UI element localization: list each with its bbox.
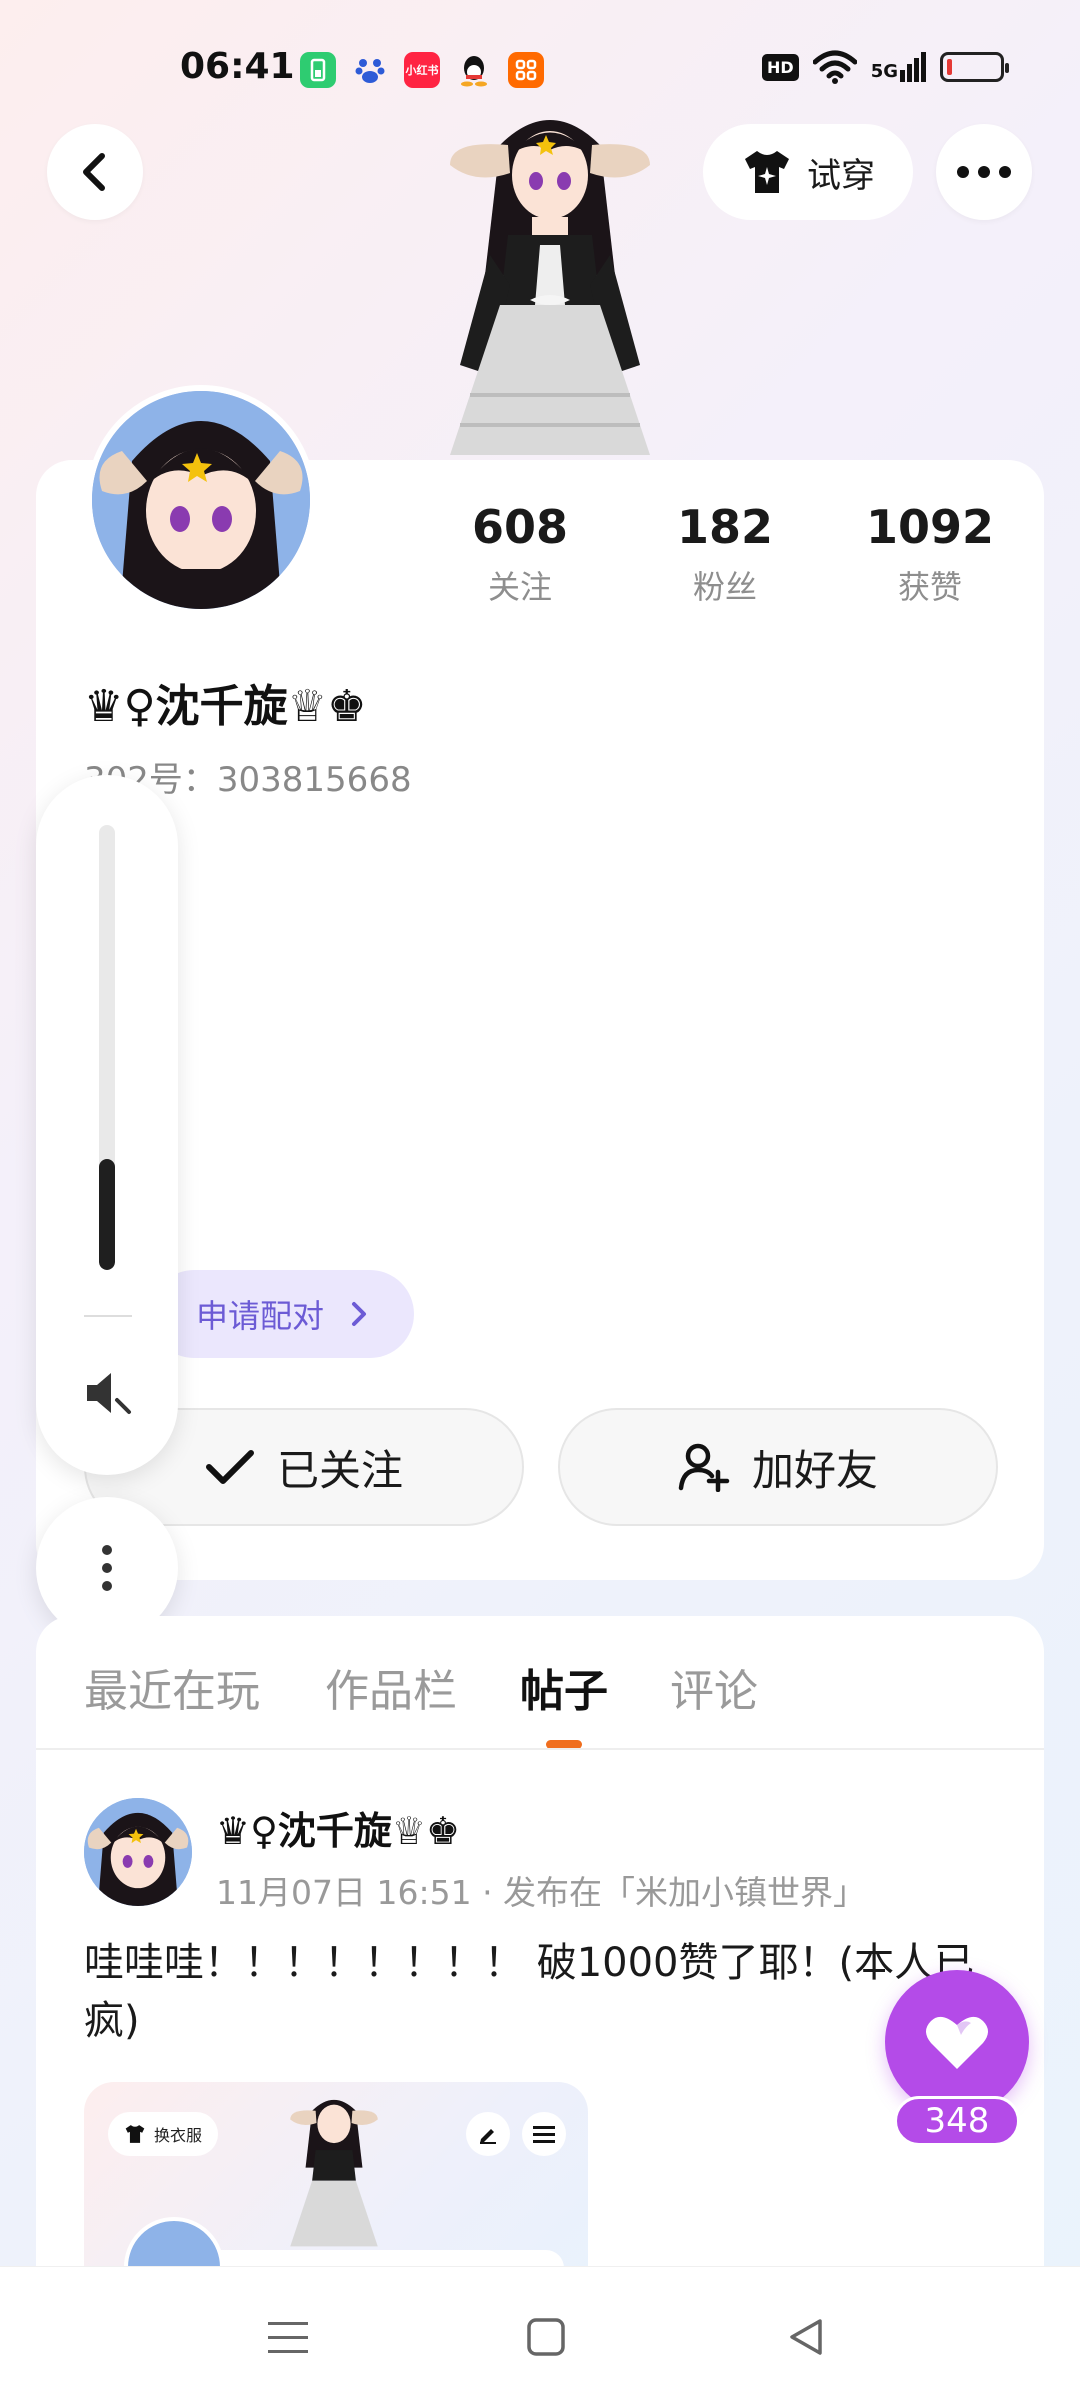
following-count: 608 [471,500,569,554]
network-type-label: 5G [870,61,898,82]
battery-level-fill [947,59,952,75]
status-time: 06:41 [180,46,295,87]
try-on-button[interactable]: 试穿 [703,124,913,220]
avatar-image [84,1798,192,1906]
add-friend-label: 加好友 [751,1445,878,1495]
qq-app-icon [456,52,492,88]
chevron-right-icon [352,1302,366,1326]
shirt-sparkle-icon [745,151,789,193]
nav-home-button[interactable] [516,2307,576,2367]
add-user-icon [678,1443,730,1492]
post-image-figure [290,2099,378,2247]
like-button[interactable] [885,1970,1029,2114]
nav-menu-button[interactable] [258,2307,318,2367]
volume-panel[interactable] [36,775,178,1475]
system-navigation-bar [0,2266,1080,2400]
stat-followers[interactable]: 182 粉丝 [645,500,805,608]
following-label: 关注 [487,568,552,606]
tab-works[interactable]: 作品栏 [325,1655,457,1719]
avatar-image [92,391,310,609]
check-icon [205,1450,254,1484]
followers-count: 182 [676,500,774,554]
chevron-left-icon [83,153,105,191]
volume-slider[interactable] [99,825,115,1270]
try-on-label: 试穿 [807,155,875,196]
profile-username: ♛♀沈千旋♕♚ [84,681,367,732]
tab-recently-played[interactable]: 最近在玩 [84,1655,260,1719]
signal-icon: 5G [871,52,926,82]
change-outfit-chip: 换衣服 [108,2112,219,2156]
taobao-app-icon [508,52,544,88]
apply-pairing-label: 申请配对 [195,1297,324,1335]
post-text: 哇哇哇！！！！！！！！ 破1000赞了耶！(本人已疯) [84,1940,975,2044]
like-count-badge: 348 [894,2096,1020,2146]
volume-slider-fill [99,1158,115,1270]
status-indicators: HD 5G [762,50,1009,84]
followers-label: 粉丝 [692,568,757,606]
post-meta: 11月07日 16:51 · 发布在「米加小镇世界」 [216,1873,867,1912]
stat-following[interactable]: 608 关注 [440,500,600,608]
likes-label: 获赞 [897,568,962,606]
profile-avatar[interactable] [86,385,316,615]
home-square-icon [527,2318,565,2356]
change-outfit-label: 换衣服 [154,2126,203,2145]
baidu-app-icon [352,52,388,88]
post-author-avatar[interactable] [84,1798,192,1906]
tab-posts[interactable]: 帖子 [520,1655,608,1719]
speaker-mute-icon[interactable] [83,1370,133,1420]
menu-icon [268,2322,308,2353]
shirt-icon [125,2125,145,2143]
wifi-icon [812,50,857,84]
followed-label: 已关注 [276,1445,403,1495]
battery-icon [940,52,1009,82]
tab-comments[interactable]: 评论 [670,1655,758,1719]
avatar-character-figure [450,120,650,455]
edit-icon [466,2112,510,2156]
back-button[interactable] [47,124,143,220]
xiaohongshu-app-icon: 小红书 [404,52,440,88]
more-horizontal-icon [957,166,1011,178]
more-options-button[interactable] [936,124,1032,220]
battery-saver-app-icon [300,52,336,88]
volume-divider [84,1315,132,1317]
menu-icon [522,2112,566,2156]
back-triangle-icon [790,2319,822,2355]
apply-pairing-button[interactable]: 申请配对 [150,1270,414,1358]
heart-icon [926,2016,988,2069]
more-vertical-icon [102,1545,112,1591]
likes-count: 1092 [865,500,995,554]
add-friend-button[interactable]: 加好友 [558,1408,998,1526]
nav-back-button[interactable] [776,2307,836,2367]
stat-likes[interactable]: 1092 获赞 [850,500,1010,608]
hd-badge: HD [762,53,799,81]
post-author-name[interactable]: ♛♀沈千旋♕♚ [216,1800,460,1855]
tab-divider [36,1748,1044,1750]
